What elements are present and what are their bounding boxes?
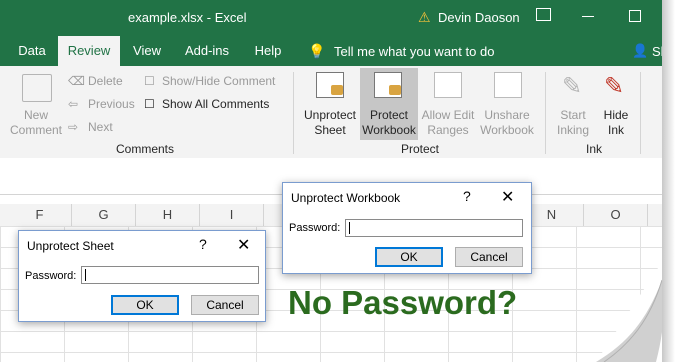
new-comment-button[interactable]: New Comment <box>6 108 66 138</box>
tab-review[interactable]: Review <box>58 36 120 66</box>
protect-workbook-button[interactable]: Protect Workbook <box>358 108 420 138</box>
dialog-title: Unprotect Sheet <box>27 239 114 253</box>
unshare-workbook-button[interactable]: Unshare Workbook <box>476 108 538 138</box>
protect-workbook-icon <box>374 72 402 98</box>
person-icon[interactable]: 👤 <box>632 43 648 59</box>
show-all-comments-icon: ☐ <box>144 97 155 111</box>
unprotect-sheet-dialog: Unprotect Sheet ? ✕ Password: OK Cancel <box>18 230 266 322</box>
column-header-i[interactable]: I <box>200 204 264 226</box>
hide-ink-button[interactable]: Hide Ink <box>596 108 636 138</box>
pen-icon: ✎ <box>562 73 583 100</box>
headline: No Password? <box>288 284 518 321</box>
help-icon[interactable]: ? <box>463 188 471 204</box>
ribbon-display-options-icon[interactable] <box>536 8 551 21</box>
delete-icon: ⌫ <box>68 74 85 88</box>
page-edge-shadow <box>662 0 675 362</box>
unprotect-sheet-button[interactable]: Unprotect Sheet <box>300 108 360 138</box>
text-cursor <box>85 269 86 281</box>
lock-icon <box>331 85 343 95</box>
ink-group-label: Ink <box>585 142 602 156</box>
unprotect-sheet-icon <box>316 72 344 98</box>
ribbon-tabs: Data Review View Add-ins Help 💡 Tell me … <box>0 36 664 66</box>
start-inking-button[interactable]: Start Inking <box>548 108 598 138</box>
warning-icon: ⚠ <box>418 9 431 25</box>
group-divider <box>293 72 294 154</box>
tell-me-box[interactable]: Tell me what you want to do <box>334 44 494 59</box>
text-cursor <box>349 222 350 234</box>
ok-button[interactable]: OK <box>375 247 443 267</box>
tab-view[interactable]: View <box>124 36 170 66</box>
lock-icon <box>389 85 401 95</box>
allow-edit-ranges-button[interactable]: Allow Edit Ranges <box>418 108 478 138</box>
minimize-icon[interactable] <box>582 16 594 17</box>
password-input[interactable] <box>81 266 259 284</box>
allow-edit-ranges-icon <box>434 72 462 98</box>
tab-help[interactable]: Help <box>246 36 290 66</box>
lightbulb-icon: 💡 <box>308 43 326 59</box>
window-title: example.xlsx - Excel <box>128 10 247 25</box>
tab-add-ins[interactable]: Add-ins <box>176 36 238 66</box>
new-comment-icon <box>22 74 52 102</box>
group-divider <box>640 72 641 154</box>
delete-button[interactable]: Delete <box>88 74 123 88</box>
column-header-g[interactable]: G <box>72 204 136 226</box>
title-bar: example.xlsx - Excel ⚠ Devin Daoson <box>0 0 662 36</box>
cancel-button[interactable]: Cancel <box>191 295 259 315</box>
next-icon: ⇨ <box>68 120 79 134</box>
show-hide-comment-icon: ☐ <box>144 74 155 88</box>
close-icon[interactable]: ✕ <box>501 187 514 207</box>
user-name[interactable]: Devin Daoson <box>438 10 520 25</box>
cancel-button[interactable]: Cancel <box>455 247 523 267</box>
protect-group-label: Protect <box>400 142 439 156</box>
unshare-workbook-icon <box>494 72 522 98</box>
ok-button[interactable]: OK <box>111 295 179 315</box>
close-icon[interactable]: ✕ <box>237 235 250 255</box>
column-header-h[interactable]: H <box>136 204 200 226</box>
help-icon[interactable]: ? <box>199 236 207 252</box>
tab-data[interactable]: Data <box>8 36 56 66</box>
group-divider <box>545 72 546 154</box>
show-all-comments-button[interactable]: Show All Comments <box>162 97 269 111</box>
password-label: Password: <box>25 270 77 282</box>
column-header-f[interactable]: F <box>8 204 72 226</box>
previous-icon: ⇦ <box>68 97 79 111</box>
unprotect-workbook-dialog: Unprotect Workbook ? ✕ Password: OK Canc… <box>282 182 532 274</box>
password-label: Password: <box>289 222 341 234</box>
previous-button[interactable]: Previous <box>88 97 135 111</box>
column-header-o[interactable]: O <box>584 204 648 226</box>
comments-group-label: Comments <box>115 142 174 156</box>
dialog-title: Unprotect Workbook <box>291 191 401 205</box>
maximize-icon[interactable] <box>629 10 641 22</box>
password-input[interactable] <box>345 219 523 237</box>
hide-ink-icon: ✎ <box>604 73 625 100</box>
next-button[interactable]: Next <box>88 120 113 134</box>
show-hide-comment-button[interactable]: Show/Hide Comment <box>162 74 275 88</box>
